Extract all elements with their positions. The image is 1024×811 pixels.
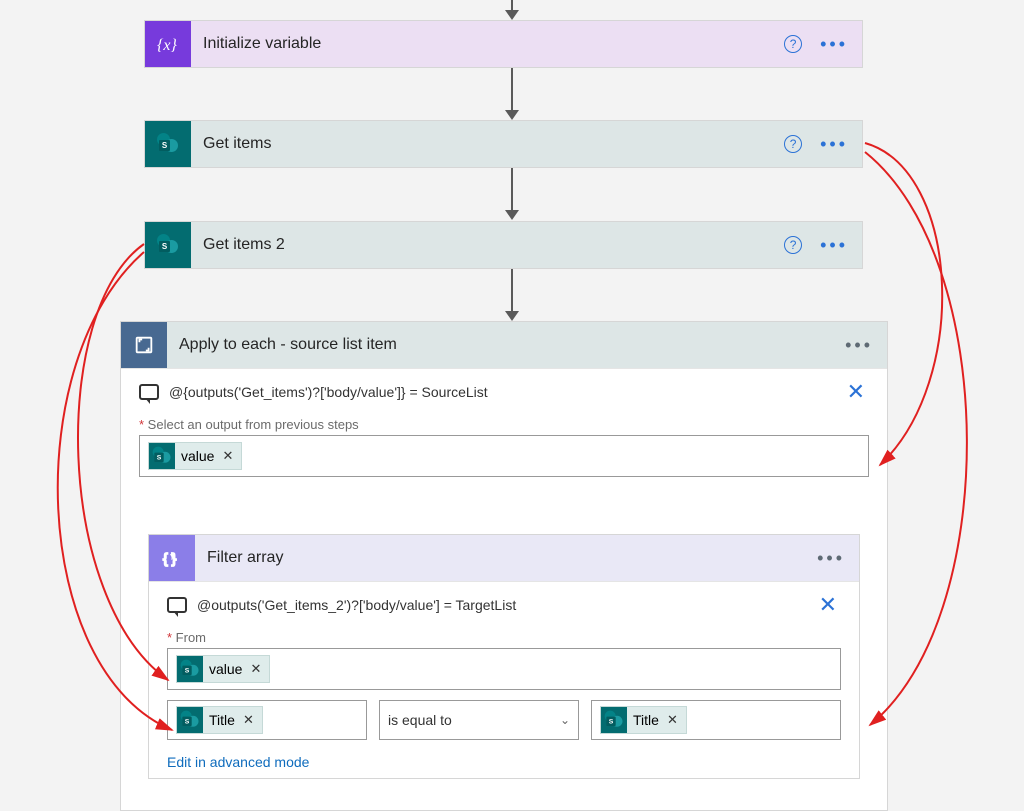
comment-text: @outputs('Get_items_2')?['body/value'] =… [197, 597, 516, 613]
sharepoint-icon: S [601, 707, 627, 733]
svg-text:{ }: { } [163, 550, 177, 566]
action-title: Get items 2 [191, 236, 784, 254]
from-input[interactable]: S value ✕ [167, 648, 841, 690]
connector-arrow [505, 0, 519, 20]
token-remove-icon[interactable]: ✕ [241, 712, 254, 728]
condition-operator-select[interactable]: is equal to ⌄ [379, 700, 579, 740]
action-menu-icon[interactable]: ••• [817, 549, 845, 567]
flow-canvas: {x} Initialize variable ? ••• S Get item… [0, 0, 1024, 811]
comment-icon [139, 384, 159, 400]
help-icon[interactable]: ? [784, 135, 802, 153]
token-value[interactable]: S value ✕ [176, 655, 270, 683]
svg-text:{x}: {x} [157, 37, 178, 54]
connector-arrow [505, 168, 519, 220]
comment-row: @outputs('Get_items_2')?['body/value'] =… [167, 592, 841, 618]
sharepoint-icon: S [145, 222, 191, 268]
close-icon[interactable]: ✕ [847, 379, 865, 405]
action-title: Apply to each - source list item [167, 336, 845, 354]
connector-arrow [505, 269, 519, 321]
token-label: Title [633, 712, 659, 728]
token-title[interactable]: S Title ✕ [176, 706, 263, 734]
action-title: Initialize variable [191, 35, 784, 53]
action-initialize-variable[interactable]: {x} Initialize variable ? ••• [144, 20, 863, 68]
connector-arrow [505, 68, 519, 120]
condition-right-input[interactable]: S Title ✕ [591, 700, 841, 740]
loop-icon [121, 322, 167, 368]
comment-text: @{outputs('Get_items')?['body/value']} =… [169, 384, 488, 400]
field-label: * From [167, 630, 841, 645]
token-label: value [209, 661, 242, 677]
help-icon[interactable]: ? [784, 35, 802, 53]
sharepoint-icon: S [149, 443, 175, 469]
action-get-items[interactable]: S Get items ? ••• [144, 120, 863, 168]
filter-icon: { } [149, 535, 195, 581]
action-menu-icon[interactable]: ••• [820, 236, 848, 254]
close-icon[interactable]: ✕ [819, 592, 837, 618]
action-filter-array[interactable]: { } Filter array ••• @outputs('Get_items… [148, 534, 860, 779]
token-label: Title [209, 712, 235, 728]
sharepoint-icon: S [177, 707, 203, 733]
comment-row: @{outputs('Get_items')?['body/value']} =… [139, 379, 869, 405]
sharepoint-icon: S [145, 121, 191, 167]
comment-icon [167, 597, 187, 613]
token-label: value [181, 448, 214, 464]
help-icon[interactable]: ? [784, 236, 802, 254]
sharepoint-icon: S [177, 656, 203, 682]
field-label: * Select an output from previous steps [139, 417, 869, 432]
chevron-down-icon: ⌄ [560, 713, 570, 727]
token-remove-icon[interactable]: ✕ [248, 661, 261, 677]
select-output-input[interactable]: S value ✕ [139, 435, 869, 477]
action-title: Filter array [195, 549, 817, 567]
action-title: Get items [191, 135, 784, 153]
action-menu-icon[interactable]: ••• [820, 135, 848, 153]
action-menu-icon[interactable]: ••• [845, 336, 873, 354]
operator-label: is equal to [388, 712, 452, 728]
action-get-items-2[interactable]: S Get items 2 ? ••• [144, 221, 863, 269]
token-remove-icon[interactable]: ✕ [665, 712, 678, 728]
variable-icon: {x} [145, 21, 191, 67]
token-value[interactable]: S value ✕ [148, 442, 242, 470]
condition-left-input[interactable]: S Title ✕ [167, 700, 367, 740]
token-title[interactable]: S Title ✕ [600, 706, 687, 734]
token-remove-icon[interactable]: ✕ [220, 448, 233, 464]
edit-advanced-link[interactable]: Edit in advanced mode [167, 754, 309, 770]
action-menu-icon[interactable]: ••• [820, 35, 848, 53]
